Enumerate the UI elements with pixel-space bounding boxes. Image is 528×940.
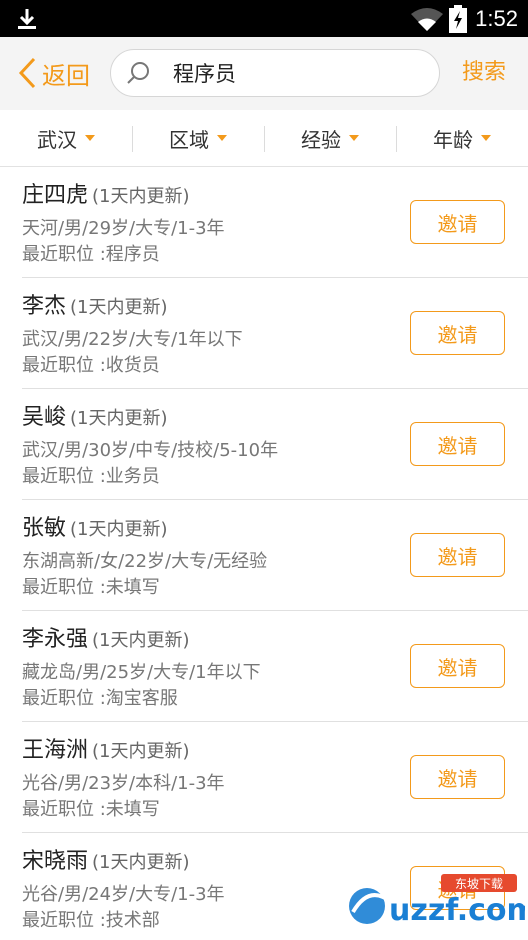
candidate-position: 最近职位 :未填写 (22, 799, 160, 820)
invite-button[interactable]: 邀请 (410, 311, 505, 355)
caret-down-icon (481, 135, 491, 141)
candidate-list: 庄四虎 (1天内更新) 天河/男/29岁/大专/1-3年 最近职位 :程序员 邀请… (0, 167, 528, 940)
invite-button[interactable]: 邀请 (410, 533, 505, 577)
candidate-row[interactable]: 张敏 (1天内更新) 东湖高新/女/22岁/大专/无经验 最近职位 :未填写 邀请 (22, 500, 528, 611)
candidate-position: 最近职位 :技术部 (22, 910, 160, 931)
candidate-name-line: 张敏 (1天内更新) (22, 510, 168, 542)
update-status: (1天内更新) (70, 519, 168, 540)
candidate-name: 李杰 (22, 294, 67, 319)
candidate-row[interactable]: 李杰 (1天内更新) 武汉/男/22岁/大专/1年以下 最近职位 :收货员 邀请 (22, 278, 528, 389)
search-box[interactable] (110, 49, 440, 97)
candidate-row[interactable]: 庄四虎 (1天内更新) 天河/男/29岁/大专/1-3年 最近职位 :程序员 邀请 (22, 167, 528, 278)
search-input[interactable] (173, 61, 413, 85)
candidate-name-line: 庄四虎 (1天内更新) (22, 177, 190, 209)
candidate-name-line: 李杰 (1天内更新) (22, 288, 168, 320)
back-button[interactable]: 返回 (16, 53, 90, 93)
invite-button[interactable]: 邀请 (410, 200, 505, 244)
candidate-name-line: 王海洲 (1天内更新) (22, 732, 190, 764)
update-status: (1天内更新) (92, 741, 190, 762)
watermark-text: uzzf.com (389, 893, 525, 928)
download-icon (18, 9, 36, 29)
candidate-name-line: 李永强 (1天内更新) (22, 621, 190, 653)
candidate-info: 天河/男/29岁/大专/1-3年 (22, 218, 225, 239)
candidate-row[interactable]: 李永强 (1天内更新) 藏龙岛/男/25岁/大专/1年以下 最近职位 :淘宝客服 … (22, 611, 528, 722)
candidate-name-line: 宋晓雨 (1天内更新) (22, 843, 190, 875)
candidate-info: 藏龙岛/男/25岁/大专/1年以下 (22, 662, 261, 683)
watermark-badge: 东坡下载 (455, 877, 503, 891)
watermark-logo: 东坡下载 uzzf.com (349, 874, 525, 928)
search-button[interactable]: 搜索 (462, 53, 506, 93)
candidate-name-line: 吴峻 (1天内更新) (22, 399, 168, 431)
caret-down-icon (217, 135, 227, 141)
filter-label: 区域 (169, 127, 209, 152)
update-status: (1天内更新) (92, 852, 190, 873)
candidate-info: 武汉/男/30岁/中专/技校/5-10年 (22, 440, 279, 461)
candidate-position: 最近职位 :未填写 (22, 577, 160, 598)
filter-label: 武汉 (37, 127, 77, 152)
filter-bar: 武汉 区域 经验 年龄 (0, 110, 528, 167)
candidate-name: 李永强 (22, 627, 89, 652)
filter-experience[interactable]: 经验 (264, 110, 396, 166)
invite-button[interactable]: 邀请 (410, 755, 505, 799)
search-header: 返回 搜索 (0, 37, 528, 110)
invite-button[interactable]: 邀请 (410, 644, 505, 688)
filter-district[interactable]: 区域 (132, 110, 264, 166)
candidate-position: 最近职位 :淘宝客服 (22, 688, 178, 709)
candidate-position: 最近职位 :业务员 (22, 466, 160, 487)
candidate-position: 最近职位 :收货员 (22, 355, 160, 376)
update-status: (1天内更新) (70, 297, 168, 318)
candidate-position: 最近职位 :程序员 (22, 244, 160, 265)
candidate-row[interactable]: 王海洲 (1天内更新) 光谷/男/23岁/本科/1-3年 最近职位 :未填写 邀请 (22, 722, 528, 833)
wifi-icon (411, 8, 443, 31)
chevron-left-icon (18, 57, 36, 89)
filter-city[interactable]: 武汉 (0, 110, 132, 166)
candidate-info: 光谷/男/24岁/大专/1-3年 (22, 884, 225, 905)
filter-label: 经验 (301, 127, 341, 152)
back-label: 返回 (42, 61, 90, 90)
candidate-name: 宋晓雨 (22, 849, 89, 874)
filter-label: 年龄 (433, 127, 473, 152)
search-icon (127, 62, 149, 84)
candidate-info: 光谷/男/23岁/本科/1-3年 (22, 773, 225, 794)
caret-down-icon (349, 135, 359, 141)
candidate-name: 王海洲 (22, 738, 89, 763)
status-time: 1:52 (475, 6, 518, 31)
update-status: (1天内更新) (70, 408, 168, 429)
candidate-row[interactable]: 吴峻 (1天内更新) 武汉/男/30岁/中专/技校/5-10年 最近职位 :业务员… (22, 389, 528, 500)
battery-charging-icon (449, 5, 467, 33)
update-status: (1天内更新) (92, 630, 190, 651)
candidate-info: 武汉/男/22岁/大专/1年以下 (22, 329, 243, 350)
filter-age[interactable]: 年龄 (396, 110, 528, 166)
update-status: (1天内更新) (92, 186, 190, 207)
candidate-name: 庄四虎 (22, 183, 89, 208)
caret-down-icon (85, 135, 95, 141)
candidate-name: 吴峻 (22, 405, 67, 430)
candidate-info: 东湖高新/女/22岁/大专/无经验 (22, 551, 268, 572)
status-bar: 1:52 (0, 0, 528, 37)
candidate-name: 张敏 (22, 516, 67, 541)
invite-button[interactable]: 邀请 (410, 422, 505, 466)
